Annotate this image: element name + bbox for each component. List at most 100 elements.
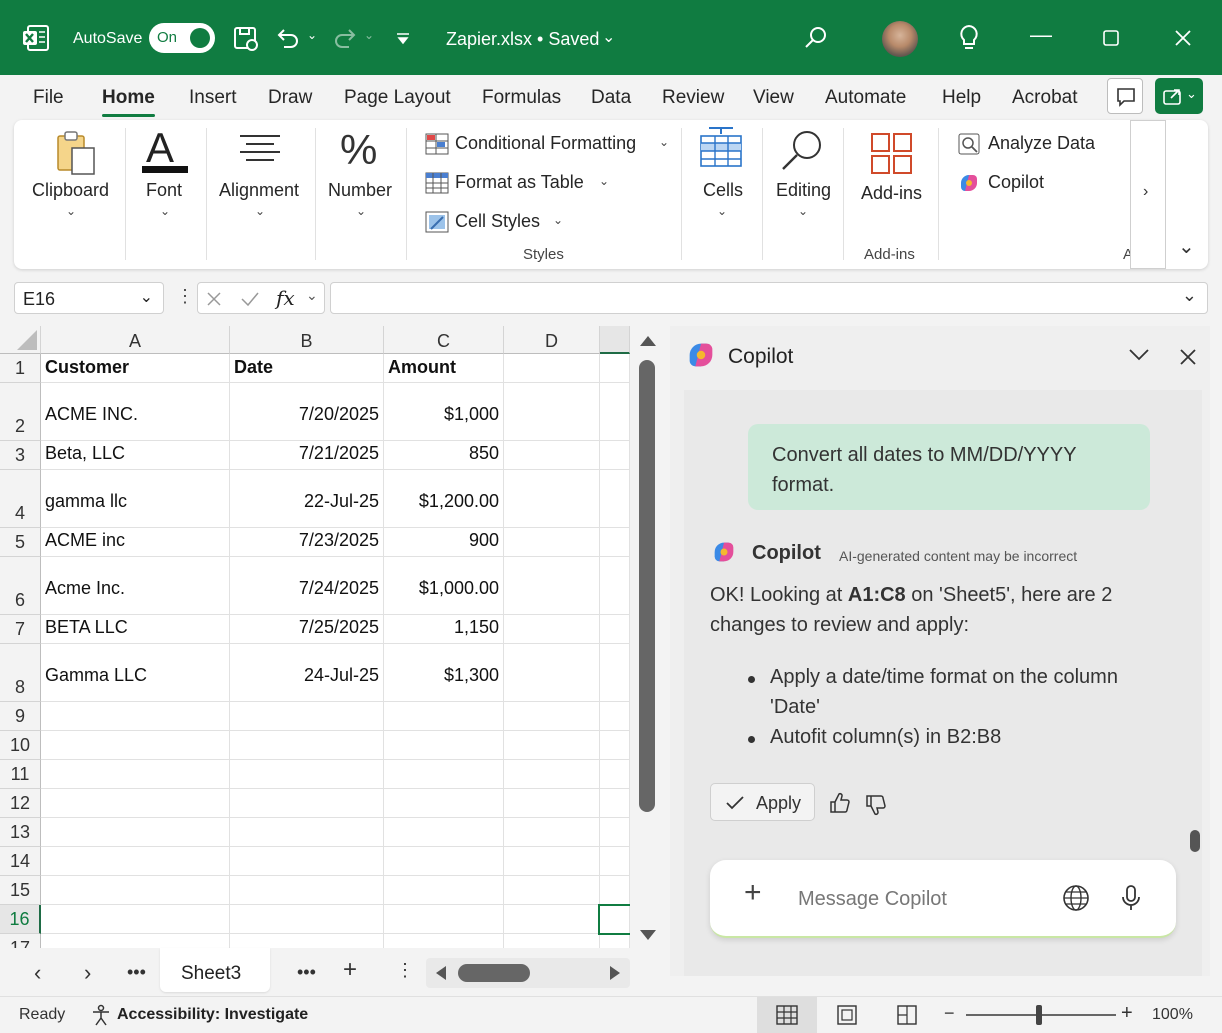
- tab-file[interactable]: File: [33, 87, 64, 109]
- number-group[interactable]: % Number ⌄: [316, 120, 406, 269]
- cell-c13[interactable]: [384, 818, 504, 847]
- row-header[interactable]: 5: [0, 528, 41, 557]
- cell-a2[interactable]: ACME INC.: [41, 383, 230, 441]
- accessibility-status[interactable]: Accessibility: Investigate: [117, 1006, 308, 1024]
- cell-e1[interactable]: [600, 354, 630, 383]
- cell-e15[interactable]: [600, 876, 630, 905]
- cell-c10[interactable]: [384, 731, 504, 760]
- row-header[interactable]: 9: [0, 702, 41, 731]
- alignment-group[interactable]: Alignment ⌄: [207, 120, 315, 269]
- close-pane-icon[interactable]: [1179, 348, 1197, 366]
- cell-a12[interactable]: [41, 789, 230, 818]
- file-title[interactable]: Zapier.xlsx • Saved: [446, 29, 599, 50]
- cell-e9[interactable]: [600, 702, 630, 731]
- message-input-box[interactable]: + Message Copilot: [710, 860, 1176, 938]
- editing-group[interactable]: Editing ⌄: [763, 120, 843, 269]
- cell-e5[interactable]: [600, 528, 630, 557]
- row-header[interactable]: 17: [0, 934, 41, 948]
- row-header[interactable]: 13: [0, 818, 41, 847]
- cell-e17[interactable]: [600, 934, 630, 948]
- undo-icon[interactable]: [274, 25, 302, 53]
- scroll-right-icon[interactable]: [610, 966, 620, 980]
- add-sheet-icon[interactable]: +: [343, 956, 357, 984]
- scroll-left-icon[interactable]: [436, 966, 446, 980]
- cell-e7[interactable]: [600, 615, 630, 644]
- tab-help[interactable]: Help: [942, 87, 981, 109]
- row-header[interactable]: 16: [0, 905, 41, 934]
- thumbs-up-icon[interactable]: [828, 792, 850, 814]
- collapse-pane-icon[interactable]: [1128, 348, 1150, 362]
- cell-c8[interactable]: $1,300: [384, 644, 504, 702]
- cell-a9[interactable]: [41, 702, 230, 731]
- tab-draw[interactable]: Draw: [268, 87, 312, 109]
- cell-d7[interactable]: [504, 615, 600, 644]
- apply-button[interactable]: Apply: [710, 783, 815, 821]
- cell-b10[interactable]: [230, 731, 384, 760]
- more-sheets-right-icon[interactable]: •••: [297, 962, 316, 983]
- copilot-ribbon-button[interactable]: Copilot: [988, 172, 1044, 193]
- cell-e14[interactable]: [600, 847, 630, 876]
- cell-c5[interactable]: 900: [384, 528, 504, 557]
- cell-e8[interactable]: [600, 644, 630, 702]
- row-header[interactable]: 12: [0, 789, 41, 818]
- cell-c14[interactable]: [384, 847, 504, 876]
- zoom-level[interactable]: 100%: [1152, 1006, 1193, 1024]
- customize-toolbar-icon[interactable]: [394, 30, 412, 48]
- cell-e6[interactable]: [600, 557, 630, 615]
- row-header[interactable]: 3: [0, 441, 41, 470]
- file-title-chevron-icon[interactable]: ⌄: [602, 27, 615, 47]
- cell-a13[interactable]: [41, 818, 230, 847]
- cell-c12[interactable]: [384, 789, 504, 818]
- ribbon-scroll-right-button[interactable]: ›: [1130, 120, 1166, 269]
- cell-d17[interactable]: [504, 934, 600, 948]
- format-as-table-button[interactable]: Format as Table: [455, 172, 584, 193]
- scroll-down-icon[interactable]: [640, 930, 656, 940]
- font-group[interactable]: A Font ⌄: [126, 120, 206, 269]
- select-all-corner[interactable]: [0, 326, 41, 354]
- cell-d13[interactable]: [504, 818, 600, 847]
- microphone-icon[interactable]: [1120, 884, 1142, 912]
- cell-b2[interactable]: 7/20/2025: [230, 383, 384, 441]
- cell-b14[interactable]: [230, 847, 384, 876]
- analyze-data-button[interactable]: Analyze Data: [988, 133, 1095, 154]
- page-layout-view-icon[interactable]: [836, 1005, 858, 1025]
- cell-b4[interactable]: 22-Jul-25: [230, 470, 384, 528]
- cell-d6[interactable]: [504, 557, 600, 615]
- sheet-options-icon[interactable]: ⋮: [396, 960, 414, 981]
- row-header[interactable]: 15: [0, 876, 41, 905]
- cell-c11[interactable]: [384, 760, 504, 789]
- cell-a16[interactable]: [41, 905, 230, 934]
- cell-a5[interactable]: ACME inc: [41, 528, 230, 557]
- cell-c17[interactable]: [384, 934, 504, 948]
- formula-input[interactable]: ⌄: [330, 282, 1208, 314]
- cell-d3[interactable]: [504, 441, 600, 470]
- horizontal-scroll-thumb[interactable]: [458, 964, 530, 982]
- cell-b3[interactable]: 7/21/2025: [230, 441, 384, 470]
- minimize-icon[interactable]: —: [1030, 22, 1052, 48]
- cell-e13[interactable]: [600, 818, 630, 847]
- cell-c1[interactable]: Amount: [384, 354, 504, 383]
- tab-automate[interactable]: Automate: [825, 87, 906, 109]
- confirm-formula-icon[interactable]: [240, 291, 260, 307]
- cell-c2[interactable]: $1,000: [384, 383, 504, 441]
- close-window-icon[interactable]: [1174, 29, 1192, 47]
- column-header-c[interactable]: C: [384, 326, 504, 354]
- row-header[interactable]: 11: [0, 760, 41, 789]
- maximize-icon[interactable]: [1102, 29, 1120, 47]
- clipboard-group[interactable]: Clipboard ⌄: [14, 120, 126, 269]
- chat-scroll-thumb[interactable]: [1190, 830, 1200, 852]
- more-options-icon[interactable]: ⋮: [176, 286, 194, 307]
- formula-expand-chevron-icon[interactable]: ⌄: [1182, 285, 1197, 306]
- cell-d9[interactable]: [504, 702, 600, 731]
- cell-a7[interactable]: BETA LLC: [41, 615, 230, 644]
- tab-home[interactable]: Home: [102, 87, 155, 117]
- more-sheets-left-icon[interactable]: •••: [127, 962, 146, 983]
- tab-insert[interactable]: Insert: [189, 87, 237, 109]
- cell-a4[interactable]: gamma llc: [41, 470, 230, 528]
- undo-dropdown-icon[interactable]: ⌄: [307, 28, 317, 42]
- row-header[interactable]: 2: [0, 383, 41, 441]
- thumbs-down-icon[interactable]: [864, 794, 886, 816]
- tab-review[interactable]: Review: [662, 87, 724, 109]
- scroll-up-icon[interactable]: [640, 336, 656, 346]
- column-header-b[interactable]: B: [230, 326, 384, 354]
